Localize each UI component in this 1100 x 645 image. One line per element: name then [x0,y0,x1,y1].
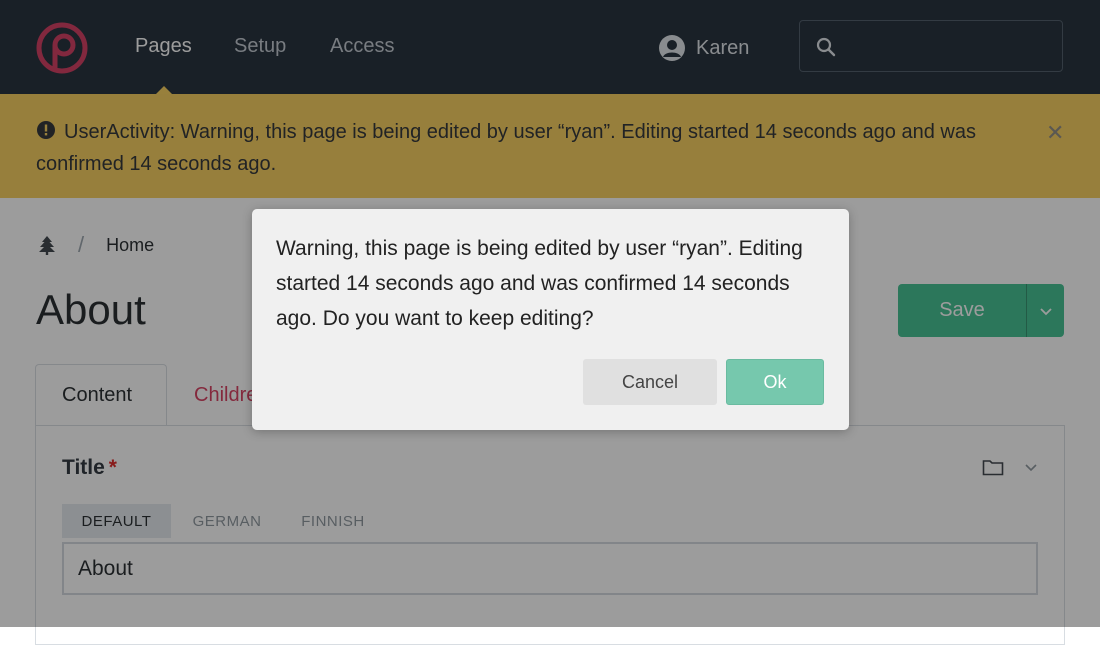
confirm-dialog: Warning, this page is being edited by us… [252,209,849,430]
cancel-button[interactable]: Cancel [583,359,717,405]
dialog-message: Warning, this page is being edited by us… [276,237,803,330]
ok-button[interactable]: Ok [726,359,824,405]
